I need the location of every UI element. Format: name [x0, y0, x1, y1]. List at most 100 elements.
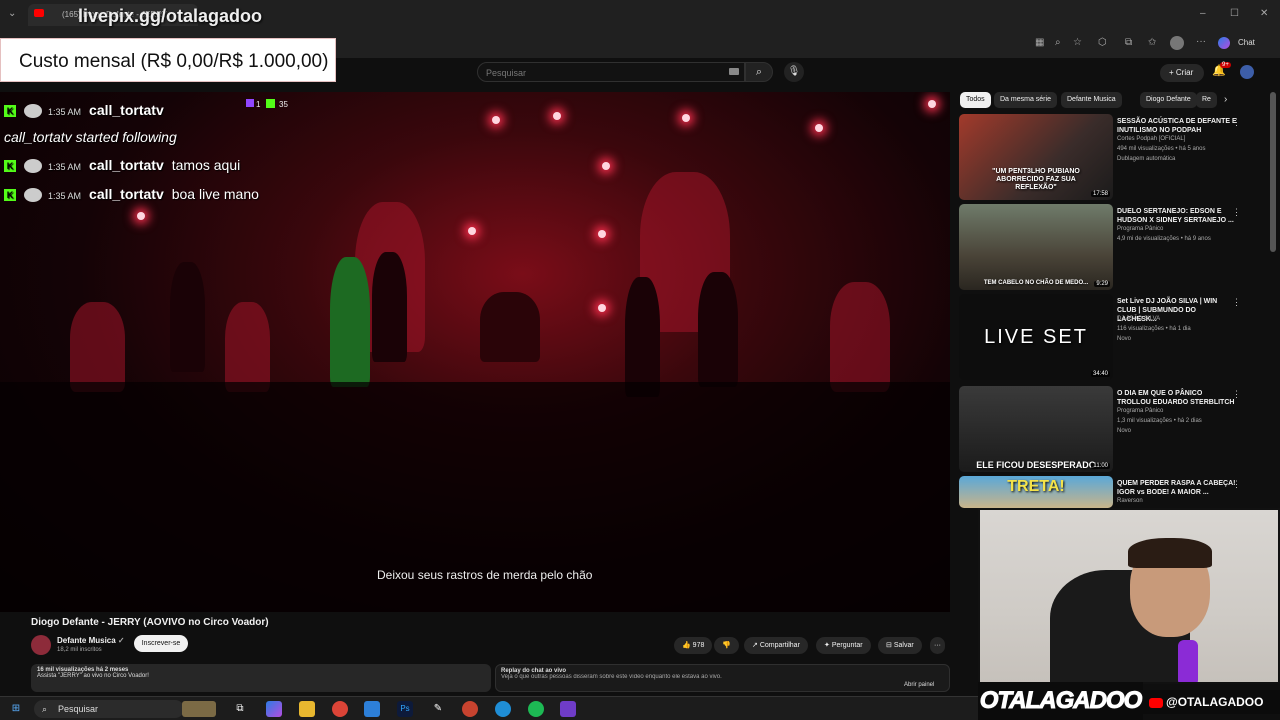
copilot-icon[interactable] — [266, 701, 282, 717]
app-icon[interactable] — [560, 701, 576, 717]
app-icon[interactable] — [364, 701, 380, 717]
rec-channel: DJ JOÃO SILVA — [1117, 316, 1161, 322]
video-thumbnail[interactable]: ELE FICOU DESESPERADO 11:00 — [959, 386, 1113, 472]
photoshop-icon[interactable]: Ps — [397, 701, 413, 717]
channel-avatar[interactable] — [31, 635, 51, 655]
rec-new-badge: Novo — [1117, 336, 1132, 342]
chat-label[interactable]: Chat — [1238, 38, 1255, 47]
chat-message: K 1:35 AM call_tortatv — [4, 102, 172, 119]
more-icon[interactable]: ··· — [1196, 36, 1206, 47]
description-box[interactable]: 16 mil visualizações há 2 meses Assista … — [31, 664, 491, 692]
more-actions-button[interactable]: ··· — [930, 637, 945, 654]
like-count: 978 — [692, 642, 705, 649]
share-icon: ↗ — [752, 642, 758, 649]
video-duration: 34:40 — [1090, 371, 1110, 377]
maximize-icon[interactable]: ☐ — [1230, 8, 1239, 19]
open-panel-button[interactable]: Abrir painel — [904, 682, 934, 688]
favorite-star-icon[interactable]: ☆ — [1073, 37, 1082, 48]
sparkle-icon: ✦ — [824, 642, 830, 649]
save-button[interactable]: ⊟ Salvar — [878, 637, 922, 654]
recommended-video[interactable]: ELE FICOU DESESPERADO 11:00 O DIA EM QUE… — [958, 386, 1258, 474]
user-badge-icon — [24, 188, 42, 203]
profile-icon[interactable] — [1170, 36, 1184, 50]
ask-button[interactable]: ✦ Perguntar — [816, 637, 871, 654]
user-badge-icon — [24, 159, 42, 174]
chevron-right-icon[interactable]: › — [1224, 94, 1227, 105]
tab-menu-icon[interactable]: ⌄ — [8, 8, 16, 19]
windows-start-icon[interactable]: ⊞ — [8, 701, 24, 717]
create-button[interactable]: + Criar — [1160, 64, 1204, 82]
more-vert-icon[interactable]: ⋮ — [1232, 389, 1241, 400]
video-subtitle: Deixou seus rastros de merda pelo chão — [377, 568, 593, 582]
mic-button[interactable]: 🎙 — [784, 62, 804, 82]
recommended-video[interactable]: LIVE SET 34:40 Set Live DJ JOÃO SILVA | … — [958, 294, 1258, 382]
search-button[interactable]: ⌕ — [745, 62, 773, 82]
recommended-video[interactable]: TRETA! QUEM PERDER RASPA A CABEÇA! IGOR … — [958, 476, 1258, 508]
user-avatar[interactable] — [1240, 65, 1254, 79]
sidebar-scrollbar[interactable] — [1270, 92, 1276, 252]
chip-all[interactable]: Todos — [960, 92, 991, 108]
thumbnail-text: TRETA! — [1007, 478, 1065, 495]
zoom-icon[interactable]: ⌕ — [1055, 37, 1061, 48]
dislike-button[interactable]: 👎 — [714, 637, 739, 654]
drum-kit — [480, 292, 540, 362]
file-explorer-icon[interactable] — [299, 701, 315, 717]
channel-name[interactable]: Defante Musica ✓ — [57, 636, 125, 645]
video-thumbnail[interactable]: LIVE SET 34:40 — [959, 294, 1113, 380]
pen-tool-icon[interactable]: ✎ — [430, 701, 446, 717]
spotify-icon[interactable] — [528, 701, 544, 717]
task-view-icon[interactable]: ⧉ — [232, 701, 248, 717]
more-vert-icon[interactable]: ⋮ — [1232, 207, 1241, 218]
search-input[interactable]: Pesquisar — [477, 62, 745, 82]
app-icon[interactable] — [462, 701, 478, 717]
kick-icon: K — [4, 160, 16, 173]
stage-light — [137, 212, 145, 220]
video-thumbnail[interactable]: TEM CABELO NO CHÃO DE MEDO... 9:29 — [959, 204, 1113, 290]
stage-light — [492, 116, 500, 124]
kick-viewer-count: 35 — [279, 100, 288, 109]
more-vert-icon[interactable]: ⋮ — [1232, 117, 1241, 128]
video-thumbnail[interactable]: "UM PENT3LHO PUBIANO ABORRECIDO FAZ SUA … — [959, 114, 1113, 200]
recommended-video[interactable]: "UM PENT3LHO PUBIANO ABORRECIDO FAZ SUA … — [958, 114, 1258, 202]
share-button[interactable]: ↗ Compartilhar — [744, 637, 808, 654]
extension-icon[interactable]: ⬡ — [1098, 37, 1107, 48]
like-button[interactable]: 👍 978 — [674, 637, 713, 654]
windows-taskbar: ⊞ ⌕ Pesquisar ⧉ Ps ✎ — [0, 696, 978, 720]
twitch-viewers-icon — [246, 99, 254, 107]
chrome-icon[interactable] — [332, 701, 348, 717]
minimize-icon[interactable]: – — [1200, 8, 1206, 19]
verified-icon: ✓ — [117, 636, 125, 645]
copilot-icon[interactable] — [1218, 37, 1230, 49]
chat-user: call_tortatv — [89, 186, 164, 202]
video-thumbnail[interactable]: TRETA! — [959, 476, 1113, 508]
edge-icon[interactable] — [495, 701, 511, 717]
favorites-bar-icon[interactable]: ✩ — [1148, 37, 1156, 48]
description-text: Assista "JERRY" ao vivo no Circo Voador! — [37, 673, 149, 679]
recommended-video[interactable]: TEM CABELO NO CHÃO DE MEDO... 9:29 DUELO… — [958, 204, 1258, 292]
more-vert-icon[interactable]: ⋮ — [1232, 297, 1241, 308]
performer — [372, 252, 407, 362]
stage-light — [598, 230, 606, 238]
more-vert-icon[interactable]: ⋮ — [1232, 479, 1241, 490]
thumbnail-text: "UM PENT3LHO PUBIANO ABORRECIDO FAZ SUA … — [992, 168, 1080, 191]
performer — [698, 272, 738, 387]
chat-message: K 1:35 AM call_tortatv boa live mano — [4, 186, 259, 203]
chat-message: K 1:35 AM call_tortatv tamos aqui — [4, 157, 240, 174]
kick-icon: K — [4, 105, 16, 118]
close-window-icon[interactable]: ✕ — [1260, 8, 1268, 19]
chip-same-series[interactable]: Da mesma série — [994, 92, 1057, 108]
chip-diogo-defante[interactable]: Diogo Defante — [1140, 92, 1197, 108]
chip-more[interactable]: Re — [1196, 92, 1217, 108]
like-icon: 👍 — [682, 642, 691, 649]
reader-icon[interactable]: ▦ — [1035, 37, 1044, 48]
taskbar-search[interactable]: ⌕ Pesquisar — [34, 700, 184, 718]
thumbnail-text: LIVE SET — [984, 326, 1088, 348]
chip-defante-musica[interactable]: Defante Musica — [1061, 92, 1122, 108]
channel-name-text: Defante Musica — [57, 636, 116, 645]
keyboard-icon[interactable] — [729, 68, 739, 75]
subscribe-button[interactable]: Inscrever-se — [134, 635, 188, 652]
collections-icon[interactable]: ⧉ — [1125, 37, 1132, 48]
performer — [625, 277, 660, 397]
share-label: Compartilhar — [759, 642, 800, 649]
create-label: Criar — [1175, 68, 1194, 77]
